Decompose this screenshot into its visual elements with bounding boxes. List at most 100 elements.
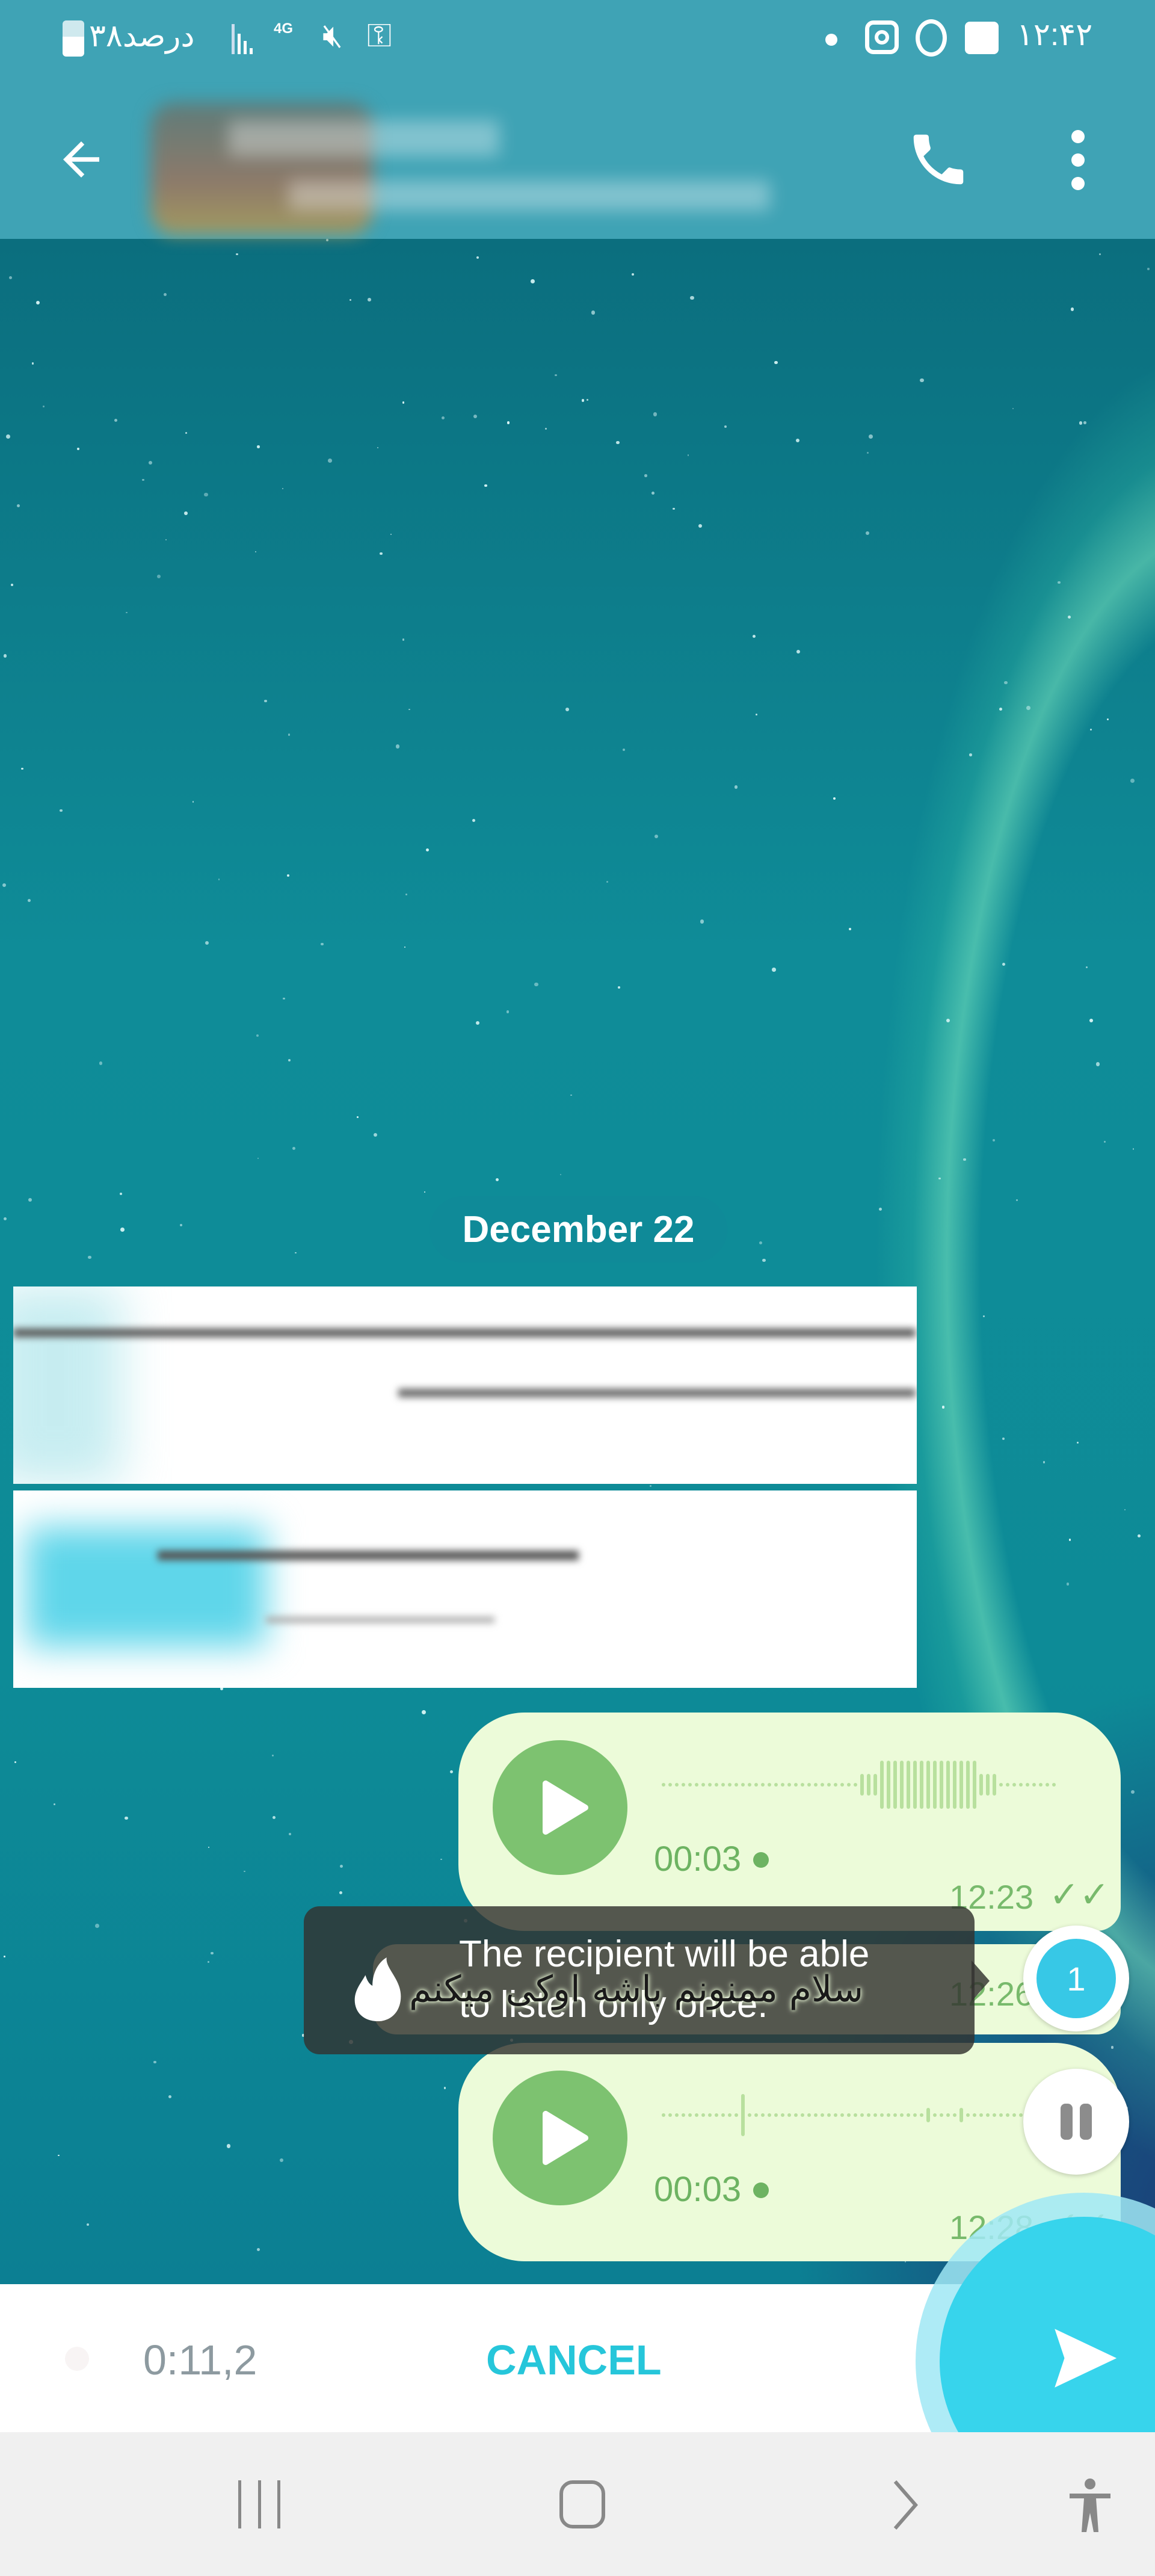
waveform-bar: [827, 1783, 831, 1787]
waveform-bar: [1012, 2113, 1016, 2117]
waveform-bar: [966, 2113, 970, 2117]
star: [762, 1258, 766, 1262]
home-icon[interactable]: [559, 2480, 605, 2528]
star: [1002, 962, 1006, 966]
star: [531, 279, 535, 283]
star: [1076, 1441, 1079, 1444]
play-button[interactable]: [493, 1740, 627, 1875]
star: [654, 834, 659, 838]
star: [476, 1021, 480, 1025]
star: [1107, 718, 1109, 721]
blurred-message[interactable]: [13, 1490, 917, 1688]
star: [1098, 253, 1101, 256]
star: [565, 708, 569, 712]
star: [272, 1816, 276, 1820]
more-vertical-icon[interactable]: [1071, 130, 1085, 190]
signal-icon: [232, 24, 253, 54]
waveform[interactable]: [662, 2088, 1056, 2142]
star: [1131, 1790, 1135, 1794]
star: [257, 1157, 259, 1160]
threads-icon: [916, 19, 947, 57]
waveform-bar: [993, 1774, 996, 1796]
waveform-bar: [959, 2108, 963, 2122]
waveform-bar: [708, 1783, 712, 1787]
waveform-bar: [668, 1783, 672, 1787]
waveform-bar: [695, 2113, 698, 2117]
star: [1137, 1534, 1141, 1537]
star: [1079, 421, 1082, 425]
waveform-bar: [847, 2113, 851, 2117]
play-icon: [543, 1781, 588, 1835]
star: [192, 801, 194, 803]
arrow-left-icon[interactable]: [54, 132, 108, 187]
recent-apps-icon[interactable]: [238, 2480, 280, 2528]
star: [402, 401, 405, 404]
star: [204, 492, 209, 497]
waveform-bar: [1026, 1783, 1029, 1787]
waveform-bar: [807, 1783, 811, 1787]
star: [867, 452, 869, 454]
waveform-bar: [887, 1761, 890, 1809]
view-once-toggle[interactable]: 1: [1023, 1926, 1129, 2031]
star: [1132, 1147, 1135, 1150]
star: [1103, 1141, 1106, 1143]
star: [1124, 1509, 1126, 1510]
back-icon[interactable]: [890, 2479, 920, 2531]
star: [631, 273, 634, 276]
waveform-bar: [840, 2113, 844, 2117]
star: [938, 1177, 941, 1180]
waveform-bar: [735, 1783, 738, 1787]
phone-icon[interactable]: [905, 126, 972, 193]
star: [1043, 1461, 1046, 1463]
star: [226, 2144, 231, 2148]
star: [1089, 1018, 1094, 1023]
star: [616, 440, 620, 445]
star: [591, 310, 596, 315]
star: [8, 276, 12, 279]
star: [390, 534, 392, 536]
waveform-bar: [1046, 1783, 1049, 1787]
waveform-bar: [754, 1783, 758, 1787]
star: [148, 460, 153, 465]
star: [774, 360, 778, 365]
play-button[interactable]: [493, 2071, 627, 2205]
star: [606, 881, 608, 883]
contact-name: [229, 120, 499, 156]
waveform-bar: [768, 1783, 771, 1787]
instagram-icon: [865, 20, 899, 54]
recording-timer: 0:11,2: [143, 2337, 257, 2383]
waveform[interactable]: [662, 1758, 1056, 1812]
star: [869, 434, 873, 439]
waveform-bar: [893, 1761, 897, 1809]
star: [153, 2060, 156, 2064]
star: [114, 419, 118, 422]
voice-message[interactable]: 00:03 12:23 ✓✓: [458, 1713, 1121, 1931]
star: [752, 635, 756, 638]
waveform-bar: [986, 2113, 990, 2117]
waveform-bar: [880, 1761, 884, 1809]
battery-text: ۳۸درصد: [89, 19, 195, 54]
blurred-message[interactable]: [13, 1286, 917, 1484]
star: [582, 399, 585, 402]
star: [700, 919, 704, 924]
waveform-bar: [701, 1783, 705, 1787]
star: [236, 253, 238, 256]
waveform-bar: [781, 2113, 784, 2117]
waveform-bar: [821, 2113, 824, 2117]
star: [687, 454, 689, 456]
waveform-bar: [814, 1783, 818, 1787]
accessibility-icon[interactable]: [1066, 2478, 1114, 2533]
waveform-bar: [920, 1761, 923, 1809]
waveform-bar: [900, 2113, 904, 2117]
star: [368, 298, 371, 301]
pause-recording-button[interactable]: [1023, 2069, 1129, 2175]
recording-dot-icon: [65, 2347, 89, 2371]
star: [88, 1256, 91, 1259]
cancel-button[interactable]: CANCEL: [486, 2336, 662, 2384]
star: [207, 1960, 209, 1963]
waveform-bar: [940, 2113, 943, 2117]
star: [164, 292, 167, 296]
battery-icon: [63, 20, 84, 57]
waveform-bar: [801, 1783, 804, 1787]
waveform-bar: [821, 1783, 824, 1787]
